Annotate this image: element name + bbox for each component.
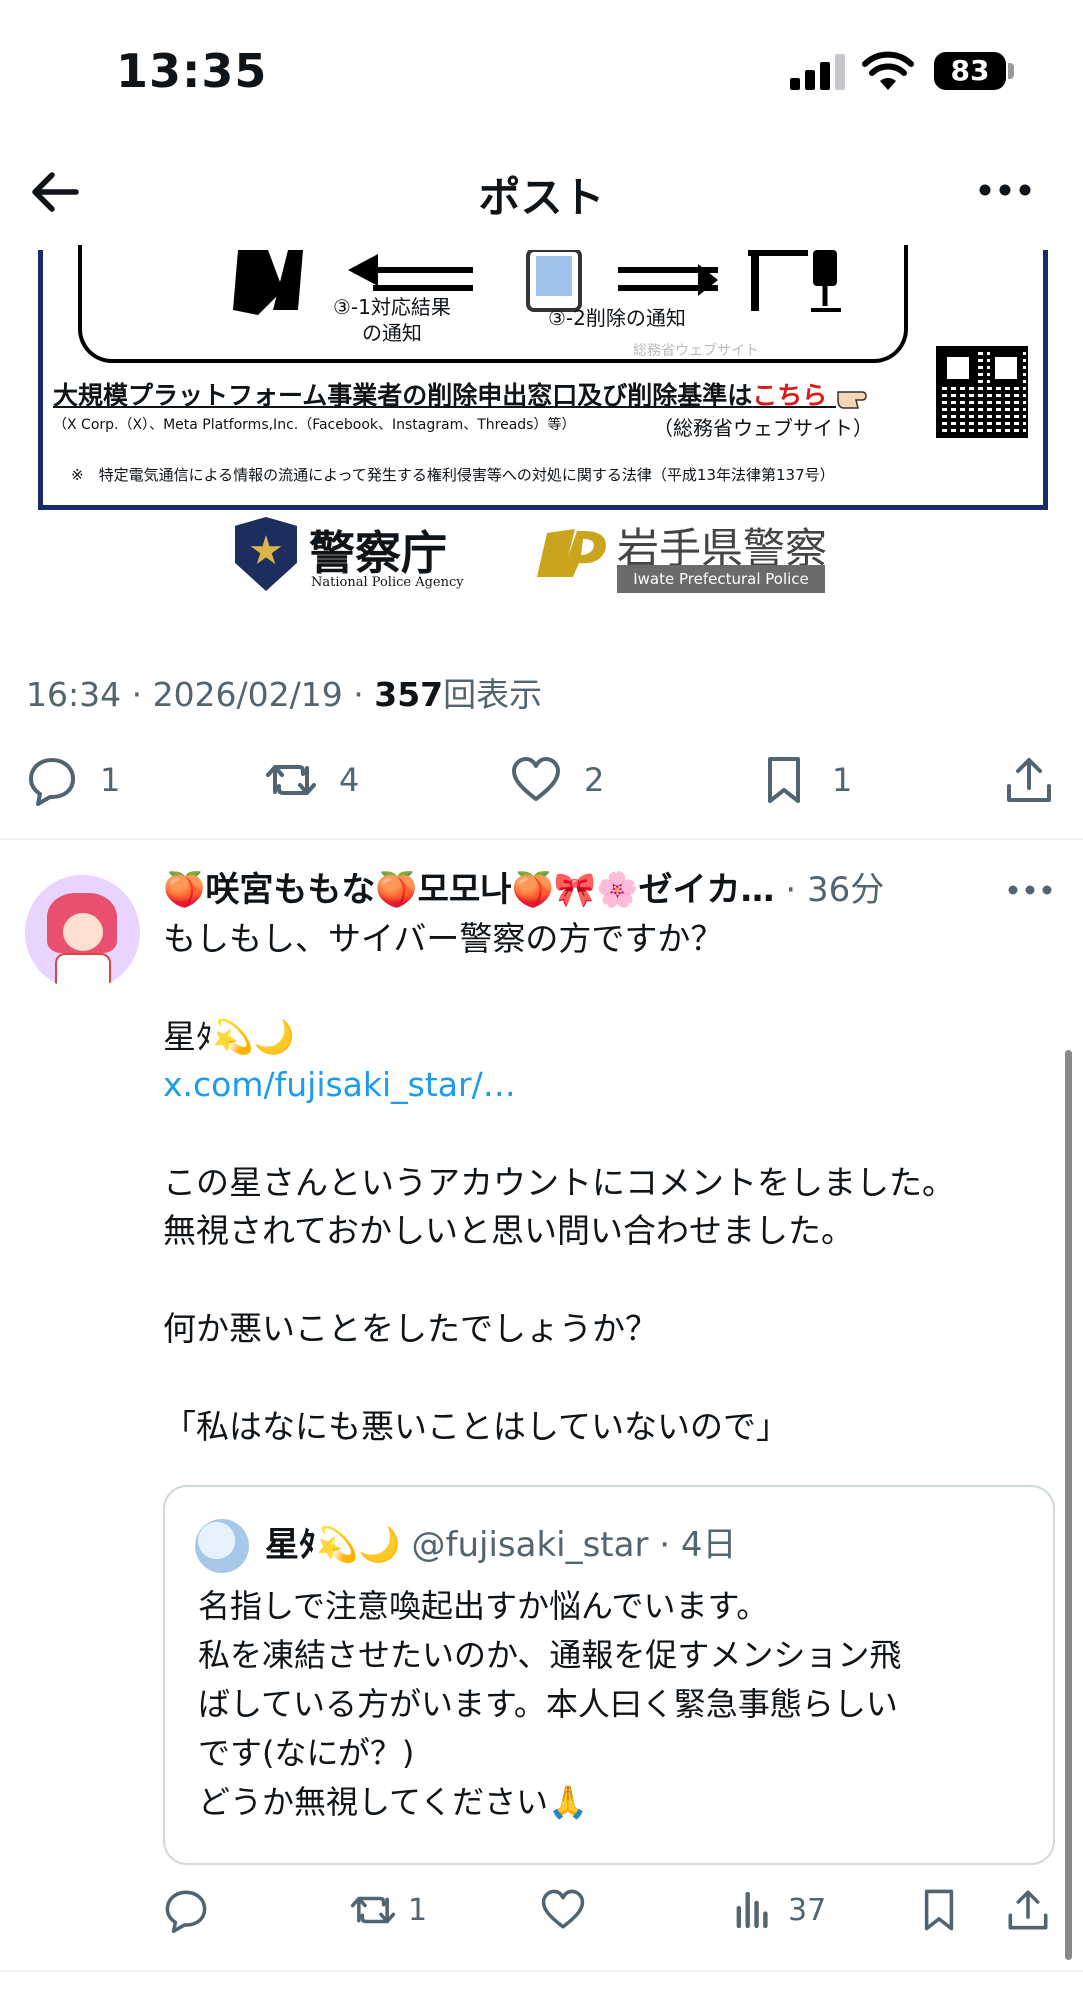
section-divider — [0, 838, 1083, 840]
flow-label-2: ③-2削除の通知 — [548, 306, 686, 330]
flow-label-1a: ③-1対応結果 — [333, 295, 451, 319]
npa-logo-subtext: National Police Agency — [311, 575, 464, 590]
iwate-logo-subtext: Iwate Prefectural Police — [617, 565, 825, 593]
section-divider — [0, 1970, 1083, 1972]
iwate-police-logo: 岩手県警察 Iwate Prefectural Police — [535, 515, 835, 595]
reply-line: もしもし、サイバー警察の方ですか？ — [163, 919, 724, 958]
repost-icon — [350, 1896, 396, 1924]
reply-line: この星さんというアカウントにコメントをしました。 — [163, 1163, 955, 1202]
avatar-face — [63, 913, 103, 951]
quoted-text: 名指しで注意喚起出すか悩んでいます。 私を凍結させたいのか、通報を促すメンション… — [198, 1582, 1038, 1827]
heart-icon — [512, 757, 560, 801]
reply-author-name[interactable]: 🍑咲宮ももな🍑모모나🍑🎀🌸ゼイカ… — [163, 870, 775, 910]
top-nav: ポスト — [0, 150, 1083, 240]
media-subtext: （X Corp.（X）、Meta Platforms,Inc.（Facebook… — [53, 417, 576, 433]
npa-logo-text: 警察庁 — [309, 526, 447, 580]
heart-icon — [541, 1889, 585, 1929]
media-heading: 大規模プラットフォーム事業者の削除申出窓口及び削除基準はこちら — [53, 376, 880, 412]
bookmark-button[interactable] — [916, 1875, 962, 1945]
reply-icon — [29, 758, 75, 806]
bookmark-icon — [768, 757, 800, 803]
media-heading-link: こちら — [752, 381, 828, 410]
repost-button[interactable]: 1 — [350, 1875, 427, 1945]
repost-count: 4 — [339, 761, 360, 799]
like-button[interactable] — [540, 1875, 586, 1945]
pointing-hand-icon — [837, 391, 867, 409]
quoted-author-name: 星ﾀ💫🌙 — [265, 1525, 401, 1565]
wifi-icon — [862, 51, 914, 90]
repost-button[interactable]: 4 — [265, 745, 359, 815]
more-horizontal-icon[interactable] — [1005, 870, 1055, 910]
repost-icon — [266, 765, 316, 795]
share-icon — [1008, 1890, 1048, 1930]
battery-icon: 83 — [934, 52, 1006, 90]
faded-caption: 総務省ウェブサイト — [633, 343, 759, 359]
quoted-author-line: 星ﾀ💫🌙 @fujisaki_star · 4日 — [265, 1517, 737, 1566]
share-button[interactable] — [1003, 745, 1055, 815]
reply-line: 星ﾀ💫🌙 — [163, 1017, 295, 1056]
bookmark-button[interactable]: 1 — [758, 745, 852, 815]
post-timestamp: 16:34 · 2026/02/19 · — [26, 675, 375, 714]
bookmark-count: 1 — [832, 761, 853, 799]
reply-text: もしもし、サイバー警察の方ですか？ 星ﾀ💫🌙 x.com/fujisaki_st… — [163, 915, 1043, 1451]
views-button[interactable]: 37 — [730, 1875, 826, 1945]
reply-line: 「私はなにも悪いことはしていないので」 — [163, 1407, 790, 1446]
quoted-line: 私を凍結させたいのか、通報を促すメンション飛 — [198, 1636, 902, 1674]
post-image[interactable]: ③-1対応結果 の通知 ③-2削除の通知 総務省ウェブサイト 大規模プラットフォ… — [38, 245, 1048, 510]
reply-link[interactable]: x.com/fujisaki_star/… — [163, 1061, 1043, 1109]
qr-code — [936, 346, 1028, 438]
media-footnote: ※ 特定電気通信による情報の流通によって発生する権利侵害等への対処に関する法律（… — [71, 466, 835, 484]
media-heading-text: 大規模プラットフォーム事業者の削除申出窓口及び削除基準は — [53, 381, 753, 410]
scrollbar[interactable] — [1065, 1050, 1072, 1960]
reply-button[interactable]: 1 — [26, 745, 120, 815]
repost-count: 1 — [408, 1892, 428, 1928]
avatar[interactable] — [25, 875, 140, 990]
analytics-icon — [736, 1891, 768, 1929]
quoted-line: ばしている方がいます。本人曰く緊急事態らしい — [198, 1685, 898, 1723]
quoted-line: どうか無視してください🙏 — [198, 1783, 588, 1821]
share-icon — [1007, 758, 1051, 802]
bookmark-icon — [924, 1889, 954, 1931]
reply-count: 1 — [100, 761, 121, 799]
like-count: 2 — [584, 761, 605, 799]
quoted-avatar — [195, 1519, 249, 1573]
like-button[interactable]: 2 — [510, 745, 604, 815]
quoted-line: 名指しで注意喚起出すか悩んでいます。 — [198, 1587, 769, 1625]
page-title: ポスト — [478, 173, 605, 222]
reply-author-line: 🍑咲宮ももな🍑모모나🍑🎀🌸ゼイカ… · 36分 — [163, 862, 1063, 912]
office-desk-illustration — [748, 250, 841, 312]
flow-label-1: ③-1対応結果 の通知 — [333, 294, 451, 346]
reply-icon — [165, 1890, 207, 1933]
reply-timestamp[interactable]: · 36分 — [775, 870, 884, 910]
media-subtext-2: （総務省ウェブサイト） — [653, 416, 873, 440]
npa-logo: 警察庁 National Police Agency — [235, 515, 464, 595]
reply-action-bar: 1 37 — [0, 1875, 1083, 1945]
flow-label-1b: の通知 — [361, 321, 422, 345]
post-metadata: 16:34 · 2026/02/19 · 357回表示 — [26, 668, 542, 716]
quoted-post[interactable]: 星ﾀ💫🌙 @fujisaki_star · 4日 名指しで注意喚起出すか悩んでい… — [163, 1485, 1055, 1865]
iwate-police-emblem-icon — [537, 529, 606, 577]
status-bar: 13:35 83 — [0, 0, 1083, 140]
quoted-handle-time: @fujisaki_star · 4日 — [400, 1525, 737, 1565]
quoted-line: です(なにが？) — [198, 1734, 415, 1772]
battery-tip — [1008, 63, 1014, 79]
reply-button[interactable] — [163, 1875, 209, 1945]
avatar-body — [55, 953, 111, 990]
view-count: 37 — [788, 1892, 827, 1928]
reply-line: 無視されておかしいと思い問い合わせました。 — [163, 1211, 855, 1250]
post-action-bar: 1 4 2 1 — [0, 745, 1083, 815]
share-button[interactable] — [1005, 1875, 1051, 1945]
view-count-label: 回表示 — [443, 675, 543, 714]
reply-line: 何か悪いことをしたでしょうか？ — [163, 1309, 658, 1348]
more-horizontal-icon[interactable] — [975, 170, 1035, 210]
status-time: 13:35 — [116, 44, 268, 98]
view-count: 357 — [374, 675, 444, 714]
cellular-signal-icon — [790, 54, 846, 90]
